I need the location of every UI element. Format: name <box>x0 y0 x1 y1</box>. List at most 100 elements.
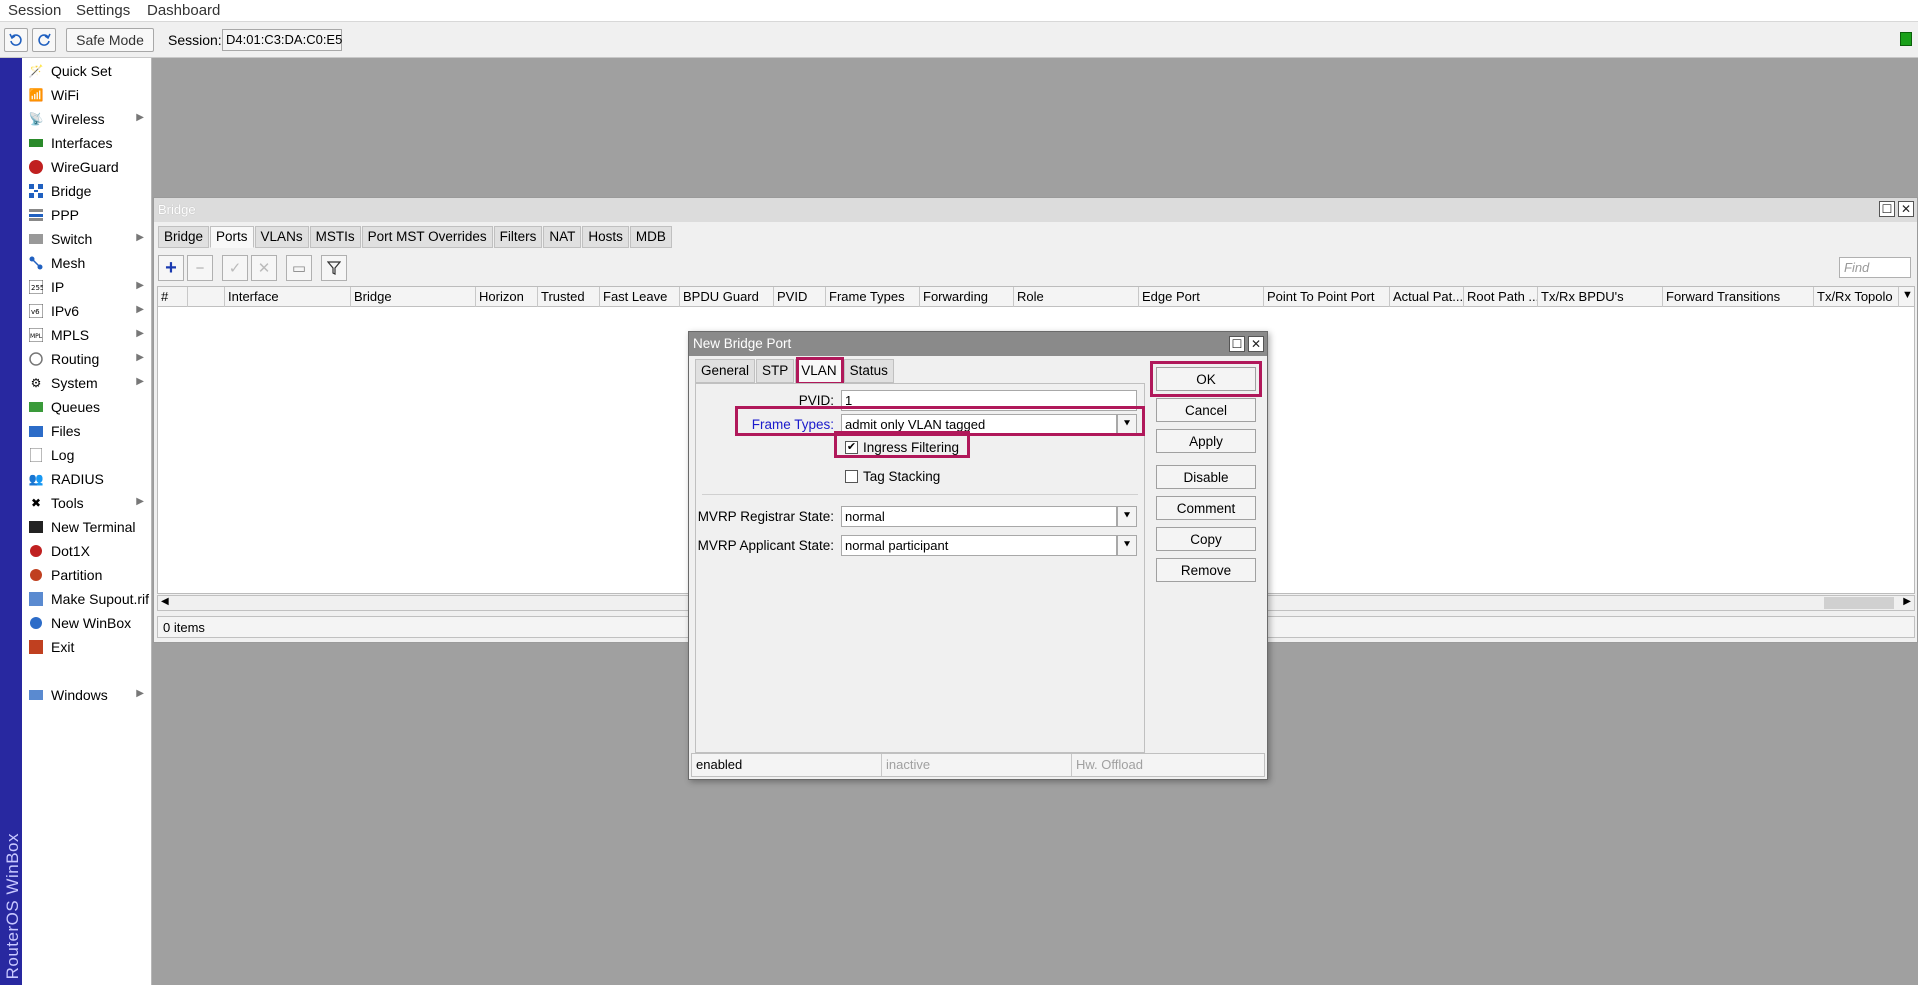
ingress-filtering-label[interactable]: Ingress Filtering <box>863 440 959 455</box>
menu-settings[interactable]: Settings <box>76 2 130 19</box>
column-header[interactable]: BPDU Guard <box>680 287 774 307</box>
menu-dashboard[interactable]: Dashboard <box>147 2 220 19</box>
close-icon[interactable]: ✕ <box>1248 336 1264 352</box>
bridge-window-titlebar[interactable]: Bridge ☐ ✕ <box>154 198 1917 222</box>
sidebar-item-ipv6[interactable]: v6 IPv6 ▶ <box>22 299 152 323</box>
sidebar-item-wireguard[interactable]: WireGuard <box>22 155 152 179</box>
tab-hosts[interactable]: Hosts <box>582 226 629 248</box>
sidebar-item-bridge[interactable]: Bridge <box>22 179 152 203</box>
pvid-input[interactable]: 1 <box>841 390 1137 411</box>
remove-button[interactable]: Remove <box>1156 558 1256 582</box>
column-header[interactable]: Frame Types <box>826 287 920 307</box>
column-header[interactable]: Tx/Rx BPDU's <box>1538 287 1663 307</box>
apply-button[interactable]: Apply <box>1156 429 1256 453</box>
find-input[interactable]: Find <box>1839 257 1911 278</box>
column-header[interactable]: Bridge <box>351 287 476 307</box>
sidebar-item-radius[interactable]: 👥 RADIUS <box>22 467 152 491</box>
ok-button[interactable]: OK <box>1156 367 1256 391</box>
disable-button[interactable]: Disable <box>1156 465 1256 489</box>
sidebar-item-mesh[interactable]: Mesh <box>22 251 152 275</box>
dialog-titlebar[interactable]: New Bridge Port ☐ ✕ <box>689 332 1267 356</box>
column-header[interactable]: Forward Transitions <box>1663 287 1814 307</box>
sidebar-item-interfaces[interactable]: Interfaces <box>22 131 152 155</box>
column-header[interactable]: # <box>158 287 188 307</box>
undo-icon[interactable] <box>4 28 28 52</box>
column-chooser-icon[interactable]: ▼ <box>1899 287 1916 307</box>
maximize-icon[interactable]: ☐ <box>1879 201 1895 217</box>
sidebar-item-switch[interactable]: Switch ▶ <box>22 227 152 251</box>
sidebar-item-wifi[interactable]: 📶 WiFi <box>22 83 152 107</box>
mvrp-applicant-select[interactable]: normal participant <box>841 535 1117 556</box>
dropdown-icon[interactable]: ⯆ <box>1117 506 1137 527</box>
redo-icon[interactable] <box>32 28 56 52</box>
column-header[interactable]: Tx/Rx Topolo <box>1814 287 1899 307</box>
comment-icon[interactable]: ▭ <box>286 255 312 281</box>
column-header[interactable]: Role <box>1014 287 1139 307</box>
filter-icon[interactable] <box>321 255 347 281</box>
sidebar-item-mpls[interactable]: MPL MPLS ▶ <box>22 323 152 347</box>
column-header[interactable]: Forwarding <box>920 287 1014 307</box>
tab-bridge[interactable]: Bridge <box>158 226 210 248</box>
tab-port-mst-overrides[interactable]: Port MST Overrides <box>361 226 493 248</box>
tab-nat[interactable]: NAT <box>543 226 582 248</box>
column-header[interactable]: Actual Pat... <box>1390 287 1464 307</box>
column-header[interactable]: PVID <box>774 287 826 307</box>
sidebar-item-routing[interactable]: Routing ▶ <box>22 347 152 371</box>
column-header[interactable]: Fast Leave <box>600 287 680 307</box>
sidebar-item-new-winbox[interactable]: New WinBox <box>22 611 152 635</box>
session-field[interactable]: D4:01:C3:DA:C0:E5 <box>222 29 342 51</box>
sidebar-item-wireless[interactable]: 📡 Wireless ▶ <box>22 107 152 131</box>
sidebar-item-windows[interactable]: Windows ▶ <box>22 683 152 707</box>
disable-icon[interactable]: ✕ <box>251 255 277 281</box>
maximize-icon[interactable]: ☐ <box>1229 336 1245 352</box>
tab-vlans[interactable]: VLANs <box>254 226 309 248</box>
scroll-left-icon[interactable]: ◀ <box>161 596 169 607</box>
cancel-button[interactable]: Cancel <box>1156 398 1256 422</box>
tab-status[interactable]: Status <box>843 359 894 383</box>
sidebar-item-dot1x[interactable]: Dot1X <box>22 539 152 563</box>
tag-stacking-checkbox[interactable] <box>845 470 858 483</box>
dropdown-icon[interactable]: ⯆ <box>1117 414 1137 435</box>
frame-types-label[interactable]: Frame Types: <box>752 417 834 432</box>
column-header[interactable]: Horizon <box>476 287 538 307</box>
column-header[interactable]: Edge Port <box>1139 287 1264 307</box>
comment-button[interactable]: Comment <box>1156 496 1256 520</box>
sidebar-item-queues[interactable]: Queues <box>22 395 152 419</box>
mvrp-registrar-select[interactable]: normal <box>841 506 1117 527</box>
safe-mode-button[interactable]: Safe Mode <box>66 28 154 52</box>
add-icon[interactable]: + <box>158 255 184 281</box>
tab-stp[interactable]: STP <box>756 359 795 383</box>
scroll-right-icon[interactable]: ▶ <box>1903 596 1911 607</box>
column-header[interactable] <box>188 287 225 307</box>
sidebar-item-exit[interactable]: Exit <box>22 635 152 659</box>
sidebar-item-quick-set[interactable]: 🪄 Quick Set <box>22 59 152 83</box>
scroll-thumb[interactable] <box>1824 597 1894 609</box>
column-header[interactable]: Root Path ... <box>1464 287 1538 307</box>
sidebar-item-files[interactable]: Files <box>22 419 152 443</box>
frame-types-select[interactable]: admit only VLAN tagged <box>841 414 1117 435</box>
enable-icon[interactable]: ✓ <box>222 255 248 281</box>
column-header[interactable]: Interface <box>225 287 351 307</box>
sidebar-item-tools[interactable]: ✖ Tools ▶ <box>22 491 152 515</box>
sidebar-item-make-supout[interactable]: Make Supout.rif <box>22 587 152 611</box>
tab-mdb[interactable]: MDB <box>629 226 672 248</box>
menu-session[interactable]: Session <box>8 2 61 19</box>
copy-button[interactable]: Copy <box>1156 527 1256 551</box>
sidebar-item-log[interactable]: Log <box>22 443 152 467</box>
tab-mstis[interactable]: MSTIs <box>309 226 361 248</box>
column-header[interactable]: Trusted <box>538 287 600 307</box>
tab-vlan[interactable]: VLAN <box>795 359 843 383</box>
sidebar-item-system[interactable]: ⚙ System ▶ <box>22 371 152 395</box>
ingress-filtering-checkbox[interactable]: ✔ <box>845 441 858 454</box>
dropdown-icon[interactable]: ⯆ <box>1117 535 1137 556</box>
remove-icon[interactable]: − <box>187 255 213 281</box>
tab-ports[interactable]: Ports <box>210 226 254 248</box>
sidebar-item-ip[interactable]: 255 IP ▶ <box>22 275 152 299</box>
sidebar-item-new-terminal[interactable]: New Terminal <box>22 515 152 539</box>
tab-general[interactable]: General <box>695 359 756 383</box>
tab-filters[interactable]: Filters <box>493 226 543 248</box>
sidebar-item-partition[interactable]: Partition <box>22 563 152 587</box>
sidebar-item-ppp[interactable]: PPP <box>22 203 152 227</box>
column-header[interactable]: Point To Point Port <box>1264 287 1390 307</box>
close-icon[interactable]: ✕ <box>1898 201 1914 217</box>
